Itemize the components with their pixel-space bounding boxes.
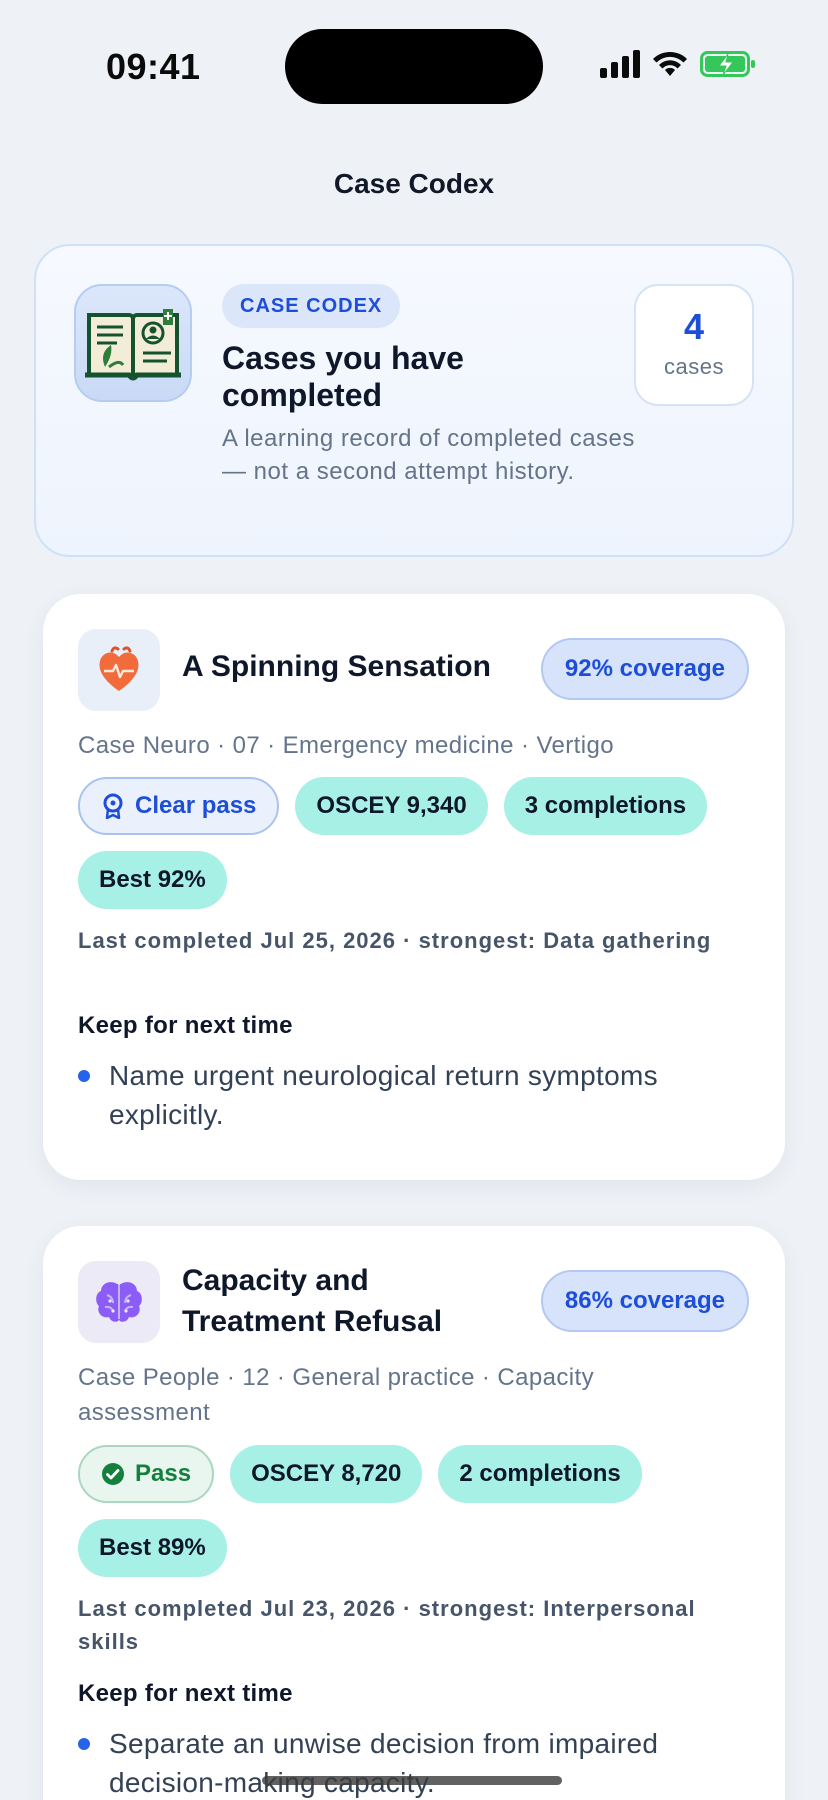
completions-chip: 3 completions <box>503 777 708 835</box>
osce-score-chip: OSCEY 8,720 <box>230 1445 423 1503</box>
wifi-icon <box>653 51 687 76</box>
keep-item: Separate an unwise decision from impaire… <box>78 1724 758 1800</box>
case-card[interactable]: A Spinning Sensation 92% coverage Case N… <box>43 594 785 1180</box>
last-completed: Last completed Jul 23, 2026 · strongest:… <box>78 1596 696 1654</box>
hero-subtitle: A learning record of completed cases — n… <box>222 425 635 485</box>
result-label: Clear pass <box>135 792 257 819</box>
status-time: 09:41 <box>106 46 201 87</box>
last-completed: Last completed Jul 25, 2026 · strongest:… <box>78 928 712 953</box>
case-card[interactable]: Capacity and Treatment Refusal 86% cover… <box>43 1226 785 1800</box>
hero-title: Cases you have completed <box>222 340 464 413</box>
result-badge: Clear pass <box>78 777 280 835</box>
bullet-icon <box>78 1738 90 1750</box>
case-meta: Case People · 12 · General practice · Ca… <box>78 1364 594 1426</box>
codex-badge: CASE CODEX <box>222 284 401 328</box>
case-chips: Clear pass OSCEY 9,340 3 completions Bes… <box>78 777 758 909</box>
case-chips: Pass OSCEY 8,720 2 completions Best 89% <box>78 1445 758 1577</box>
result-badge: Pass <box>78 1445 215 1503</box>
best-score-chip: Best 92% <box>78 851 227 909</box>
open-book-icon <box>74 284 192 402</box>
home-indicator[interactable] <box>262 1776 562 1785</box>
case-title: Capacity and Treatment Refusal <box>182 1264 443 1338</box>
result-label: Pass <box>135 1460 192 1487</box>
case-count-label: cases <box>664 354 724 379</box>
keep-item-text: Separate an unwise decision from impaire… <box>109 1728 659 1798</box>
keep-item: Name urgent neurological return symptoms… <box>78 1056 758 1134</box>
page-title: Case Codex <box>333 168 495 199</box>
heart-icon <box>78 629 160 711</box>
status-icons <box>600 50 756 78</box>
codex-summary-card: CASE CODEX Cases you have completed A le… <box>34 244 794 557</box>
case-title: A Spinning Sensation <box>182 650 491 683</box>
keep-heading: Keep for next time <box>78 1012 293 1039</box>
keep-heading: Keep for next time <box>78 1680 293 1707</box>
case-count-box: 4 cases <box>634 284 754 406</box>
case-meta: Case Neuro · 07 · Emergency medicine · V… <box>78 732 614 759</box>
osce-score-chip: OSCEY 9,340 <box>295 777 488 835</box>
coverage-badge: 92% coverage <box>540 638 749 700</box>
battery-charging-icon <box>700 51 755 77</box>
case-count-value: 4 <box>683 306 705 347</box>
bullet-icon <box>78 1070 90 1082</box>
cellular-signal-icon <box>600 50 640 78</box>
coverage-badge: 86% coverage <box>540 1270 749 1332</box>
check-circle-icon <box>102 1463 124 1485</box>
completions-chip: 2 completions <box>438 1445 642 1503</box>
status-bar: 09:41 <box>0 0 828 130</box>
dynamic-island <box>285 29 543 104</box>
best-score-chip: Best 89% <box>78 1519 227 1577</box>
award-icon <box>103 793 123 819</box>
brain-icon <box>78 1261 160 1343</box>
keep-item-text: Name urgent neurological return symptoms… <box>109 1060 658 1130</box>
